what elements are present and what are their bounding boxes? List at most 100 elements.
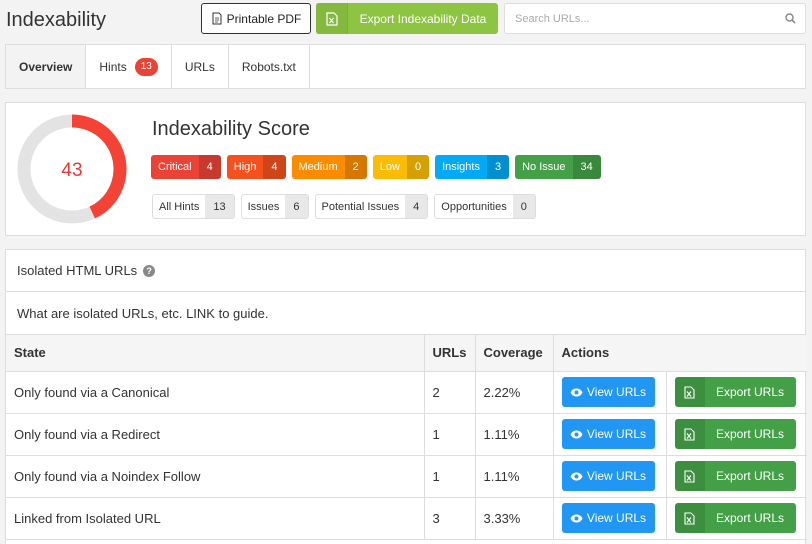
- severity-badges: Critical 4 High 4 Medium 2 Low 0 Insights 3 No Iss…: [151, 155, 601, 179]
- column-coverage: Coverage: [475, 335, 554, 372]
- excel-icon: [674, 419, 705, 449]
- view-urls-label: View URLs: [586, 427, 647, 441]
- severity-name: Low: [379, 161, 400, 173]
- severity-count: 2: [344, 155, 367, 179]
- hint-count: 13: [205, 195, 234, 218]
- column-urls: URLs: [424, 335, 476, 372]
- score-card: 43 Indexability Score Critical 4 High 4 Medi…: [5, 102, 806, 236]
- export-urls-button[interactable]: Export URLs: [674, 419, 796, 449]
- column-actions: Actions: [553, 335, 808, 372]
- export-urls-button[interactable]: Export URLs: [674, 461, 796, 491]
- severity-count: 34: [572, 155, 601, 179]
- hint-name: All Hints: [159, 200, 200, 213]
- excel-icon: [674, 461, 705, 491]
- hint-count: 0: [512, 195, 535, 218]
- eye-icon: [570, 430, 583, 438]
- view-urls-label: View URLs: [586, 511, 647, 525]
- severity-count: 3: [486, 155, 510, 179]
- tab-urls[interactable]: URLs: [172, 45, 229, 88]
- export-indexability-label: Export Indexability Data: [359, 11, 487, 26]
- printable-pdf-label: Printable PDF: [226, 11, 302, 26]
- hint-badge-all-hints[interactable]: All Hints 13: [152, 194, 235, 219]
- search-icon[interactable]: [785, 13, 796, 24]
- severity-badge-low[interactable]: Low 0: [372, 155, 430, 179]
- row-coverage: 3.33%: [475, 497, 554, 540]
- hint-count: 6: [285, 195, 308, 218]
- excel-icon: [674, 377, 705, 407]
- severity-badge-insights[interactable]: Insights 3: [435, 155, 510, 179]
- row-urls: 1: [424, 413, 476, 456]
- hint-badge-potential-issues[interactable]: Potential Issues 4: [314, 194, 429, 219]
- eye-icon: [570, 472, 583, 480]
- severity-count: 4: [198, 155, 221, 179]
- search-box: [504, 3, 806, 34]
- row-view-cell: View URLs: [553, 413, 667, 456]
- hint-count-badges: All Hints 13 Issues 6 Potential Issues 4 Oppor…: [152, 194, 536, 219]
- table-row: Linked from Isolated URL 3 3.33% View URLs E…: [6, 497, 808, 540]
- row-export-cell: Export URLs: [666, 455, 808, 498]
- score-value: 43: [61, 160, 82, 181]
- isolated-urls-header: Isolated HTML URLs ?: [6, 250, 805, 292]
- view-urls-button[interactable]: View URLs: [561, 461, 655, 491]
- severity-name: High: [233, 161, 257, 173]
- row-urls: 1: [424, 455, 476, 498]
- view-urls-button[interactable]: View URLs: [561, 503, 655, 533]
- score-title: Indexability Score: [152, 118, 310, 140]
- table-header-row: State URLs Coverage Actions: [6, 335, 808, 372]
- view-urls-button[interactable]: View URLs: [561, 377, 655, 407]
- severity-count: 4: [263, 155, 286, 179]
- view-urls-label: View URLs: [586, 469, 647, 483]
- printable-pdf-button[interactable]: Printable PDF: [201, 3, 311, 34]
- table-row: Only found via a Canonical 2 2.22% View URL…: [6, 371, 808, 414]
- severity-name: No Issue: [522, 161, 566, 173]
- severity-name: Insights: [442, 161, 480, 173]
- help-icon[interactable]: ?: [143, 264, 156, 277]
- row-coverage: 2.22%: [475, 371, 554, 414]
- export-urls-button[interactable]: Export URLs: [674, 377, 796, 407]
- severity-badge-critical[interactable]: Critical 4: [151, 155, 221, 179]
- excel-icon: [674, 503, 705, 533]
- column-state: State: [6, 335, 425, 372]
- export-indexability-button[interactable]: Export Indexability Data: [316, 3, 498, 34]
- hint-name: Opportunities: [441, 200, 507, 213]
- page-title: Indexability: [6, 9, 107, 31]
- score-donut: 43: [17, 114, 127, 224]
- severity-badge-no-issue[interactable]: No Issue 34: [515, 155, 601, 179]
- hint-badge-issues[interactable]: Issues 6: [240, 194, 309, 219]
- row-view-cell: View URLs: [553, 497, 667, 540]
- isolated-urls-panel: Isolated HTML URLs ? What are isolated U…: [5, 249, 808, 544]
- tab-bar: Overview Hints 13 URLs Robots.txt: [5, 44, 806, 89]
- tab-overview[interactable]: Overview: [6, 45, 87, 88]
- tab-urls-label: URLs: [184, 59, 215, 74]
- tab-robots-label: Robots.txt: [241, 59, 296, 74]
- eye-icon: [570, 514, 583, 522]
- row-urls: 2: [424, 371, 476, 414]
- severity-badge-high[interactable]: High 4: [226, 155, 286, 179]
- tab-robots[interactable]: Robots.txt: [229, 45, 310, 88]
- export-urls-button[interactable]: Export URLs: [674, 503, 796, 533]
- row-urls: 3: [424, 497, 476, 540]
- tab-overview-label: Overview: [19, 59, 73, 74]
- row-coverage: 1.11%: [475, 455, 554, 498]
- export-urls-label: Export URLs: [715, 469, 785, 483]
- row-export-cell: Export URLs: [666, 497, 808, 540]
- hint-badge-opportunities[interactable]: Opportunities 0: [434, 194, 536, 219]
- hint-name: Issues: [247, 200, 280, 213]
- row-view-cell: View URLs: [553, 371, 667, 414]
- tab-hints-label: Hints: [99, 59, 127, 74]
- view-urls-button[interactable]: View URLs: [561, 419, 655, 449]
- hint-count: 4: [405, 195, 428, 218]
- severity-badge-medium[interactable]: Medium 2: [291, 155, 367, 179]
- export-urls-label: Export URLs: [715, 511, 785, 525]
- hints-count-badge: 13: [134, 57, 158, 76]
- search-input[interactable]: [505, 4, 805, 33]
- row-state: Only found via a Canonical: [6, 371, 425, 414]
- tab-hints[interactable]: Hints 13: [86, 45, 172, 88]
- table-row: Only found via a Redirect 1 1.11% View URLs…: [6, 413, 808, 456]
- severity-count: 0: [406, 155, 430, 179]
- row-coverage: 1.11%: [475, 413, 554, 456]
- row-export-cell: Export URLs: [666, 413, 808, 456]
- excel-icon: [316, 3, 348, 34]
- table-row: Only found via a Noindex Follow 1 1.11% Vie…: [6, 455, 808, 498]
- severity-name: Medium: [298, 161, 338, 173]
